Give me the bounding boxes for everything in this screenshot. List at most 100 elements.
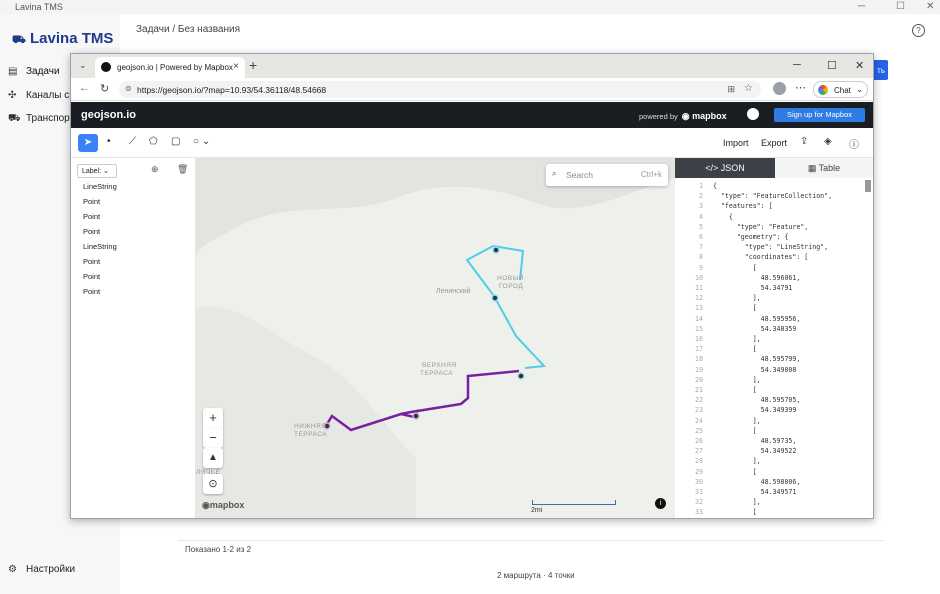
map-label: Ленинский — [436, 288, 471, 295]
reload-icon[interactable]: ↻ — [100, 82, 109, 95]
draw-point-icon[interactable]: • — [107, 136, 111, 147]
crosshair-icon[interactable]: ⊕ — [151, 164, 159, 175]
new-tab-icon[interactable]: + — [249, 57, 257, 73]
breadcrumb[interactable]: Задачи / Без названия — [136, 24, 240, 35]
code-line: 48.595705, — [713, 396, 801, 405]
list-item[interactable]: Point — [83, 287, 100, 296]
sidebar-item-tasks[interactable]: ▤ Задачи — [8, 66, 60, 77]
geolocate-icon[interactable]: ⊙ — [203, 474, 223, 494]
label-select[interactable]: Label: ⌄ — [77, 164, 117, 178]
code-line: 54.349571 — [713, 488, 797, 496]
browser-window: ⌄ geojson.io | Powered by Mapbox × + ─ ☐… — [70, 53, 874, 519]
line-number: 18 — [695, 355, 703, 364]
draw-circle-icon[interactable]: ○ ⌄ — [193, 136, 210, 147]
geojson-header: geojson.io powered by ◉ mapbox Sign up fo… — [71, 102, 873, 128]
pagination-summary: Показано 1-2 из 2 — [185, 545, 252, 554]
line-number: 26 — [695, 437, 703, 445]
chat-button[interactable]: Chat ⌄ — [813, 81, 868, 98]
list-item[interactable]: Point — [83, 212, 100, 221]
footer-status: 2 маршрута · 4 точки — [497, 571, 575, 580]
draw-rectangle-icon[interactable]: ▢ — [171, 136, 180, 147]
scrollbar-thumb[interactable] — [865, 180, 871, 192]
close-icon[interactable]: ✕ — [926, 1, 934, 12]
attribution-info-icon[interactable]: i — [655, 498, 666, 509]
code-line: "geometry": { — [713, 233, 789, 241]
geojson-favicon-icon — [101, 62, 111, 72]
tab-table[interactable]: ▦ Table — [775, 158, 873, 178]
help-icon[interactable]: ? — [912, 24, 925, 37]
more-menu-icon[interactable]: ⋯ — [795, 81, 806, 94]
line-number: 13 — [695, 304, 703, 313]
list-item[interactable]: Point — [83, 272, 100, 281]
minimize-icon[interactable]: ─ — [858, 1, 865, 12]
line-number: 29 — [695, 467, 703, 476]
line-number: 6 — [699, 233, 703, 241]
geojson-logo[interactable]: geojson.io — [81, 109, 136, 121]
list-item[interactable]: Point — [83, 257, 100, 266]
map-point-marker[interactable] — [492, 246, 500, 254]
signup-mapbox-button[interactable]: Sign up for Mapbox — [774, 108, 865, 122]
site-info-icon[interactable]: ⊜ — [125, 84, 132, 93]
sidebar-item-transport[interactable]: ⛟ Транспорт — [8, 113, 74, 126]
share-icon[interactable]: ⇪ — [800, 136, 808, 147]
export-button[interactable]: Export — [761, 138, 787, 148]
url-field[interactable]: ⊜ https://geojson.io/?map=10.93/54.36118… — [119, 81, 761, 98]
scale-bar — [532, 500, 616, 505]
bookmark-star-icon[interactable]: ☆ — [744, 83, 753, 94]
import-button[interactable]: Import — [723, 138, 749, 148]
search-shortcut: Ctrl+k — [640, 170, 662, 179]
code-line: [ — [713, 467, 757, 476]
maximize-icon[interactable]: ☐ — [827, 59, 837, 72]
compass-icon[interactable]: ▲ — [203, 448, 223, 468]
draw-toolbar: ➤ • ⟋ ⬠ ▢ ○ ⌄ Import Export ⇪ ◈ ⓘ — [71, 128, 873, 158]
line-number: 21 — [695, 386, 703, 394]
mapbox-brand: mapbox — [692, 111, 727, 121]
list-item[interactable]: Point — [83, 227, 100, 236]
code-line: ], — [713, 498, 761, 507]
list-item[interactable]: Point — [83, 197, 100, 206]
route-linestring-cyan[interactable] — [465, 245, 547, 369]
tab-table-label: Table — [818, 163, 841, 173]
line-number: 12 — [695, 294, 703, 303]
map-canvas[interactable]: Ленинский НОВЫЙ ГОРОД ВЕРХНЯЯ ТЕРРАСА НИ… — [196, 158, 675, 518]
code-line: "type": "Feature", — [713, 222, 809, 231]
sidebar-item-settings[interactable]: ⚙ Настройки — [8, 564, 75, 575]
select-cursor-icon[interactable]: ➤ — [78, 134, 98, 152]
map-search-input[interactable]: ⌕ Search Ctrl+k — [546, 164, 668, 186]
profile-avatar[interactable] — [773, 82, 786, 95]
app-install-icon[interactable]: ⊞ — [727, 84, 735, 95]
browser-tab[interactable]: geojson.io | Powered by Mapbox × — [95, 57, 245, 78]
line-number: 33 — [695, 508, 703, 517]
map-point-marker[interactable] — [412, 412, 420, 420]
layers-icon[interactable]: ◈ — [824, 136, 832, 147]
code-line: "type": "LineString", — [713, 243, 829, 252]
code-line: 48.595799, — [713, 355, 801, 364]
back-icon[interactable]: ← — [79, 82, 90, 94]
tab-title: geojson.io | Powered by Mapbox — [117, 63, 233, 72]
draw-polygon-icon[interactable]: ⬠ — [149, 136, 158, 147]
map-svg — [196, 158, 675, 518]
info-icon[interactable]: ⓘ — [849, 136, 859, 151]
tab-close-icon[interactable]: × — [233, 61, 239, 72]
tab-search-icon[interactable]: ⌄ — [79, 60, 87, 71]
list-item[interactable]: LineString — [83, 242, 117, 251]
minimize-icon[interactable]: ─ — [793, 59, 801, 71]
close-icon[interactable]: ✕ — [855, 59, 864, 72]
mapbox-logo-text: mapbox — [209, 500, 245, 510]
list-item[interactable]: LineString — [83, 182, 117, 191]
trash-icon[interactable]: 🗑 — [177, 164, 188, 175]
line-number: 16 — [695, 335, 703, 343]
code-line: 54.34791 — [713, 284, 793, 292]
tab-json[interactable]: </> JSON — [675, 158, 775, 178]
github-icon[interactable] — [747, 108, 759, 120]
code-line: 48.59735, — [713, 437, 797, 445]
map-point-marker[interactable] — [491, 294, 499, 302]
maximize-icon[interactable]: ☐ — [896, 1, 905, 12]
zoom-out-button[interactable]: − — [203, 428, 223, 448]
code-line: { — [713, 182, 717, 190]
draw-line-icon[interactable]: ⟋ — [129, 136, 136, 147]
line-number: 10 — [695, 273, 703, 282]
map-point-marker[interactable] — [517, 372, 525, 380]
zoom-in-button[interactable]: + — [203, 408, 223, 428]
line-number: 7 — [699, 243, 703, 252]
